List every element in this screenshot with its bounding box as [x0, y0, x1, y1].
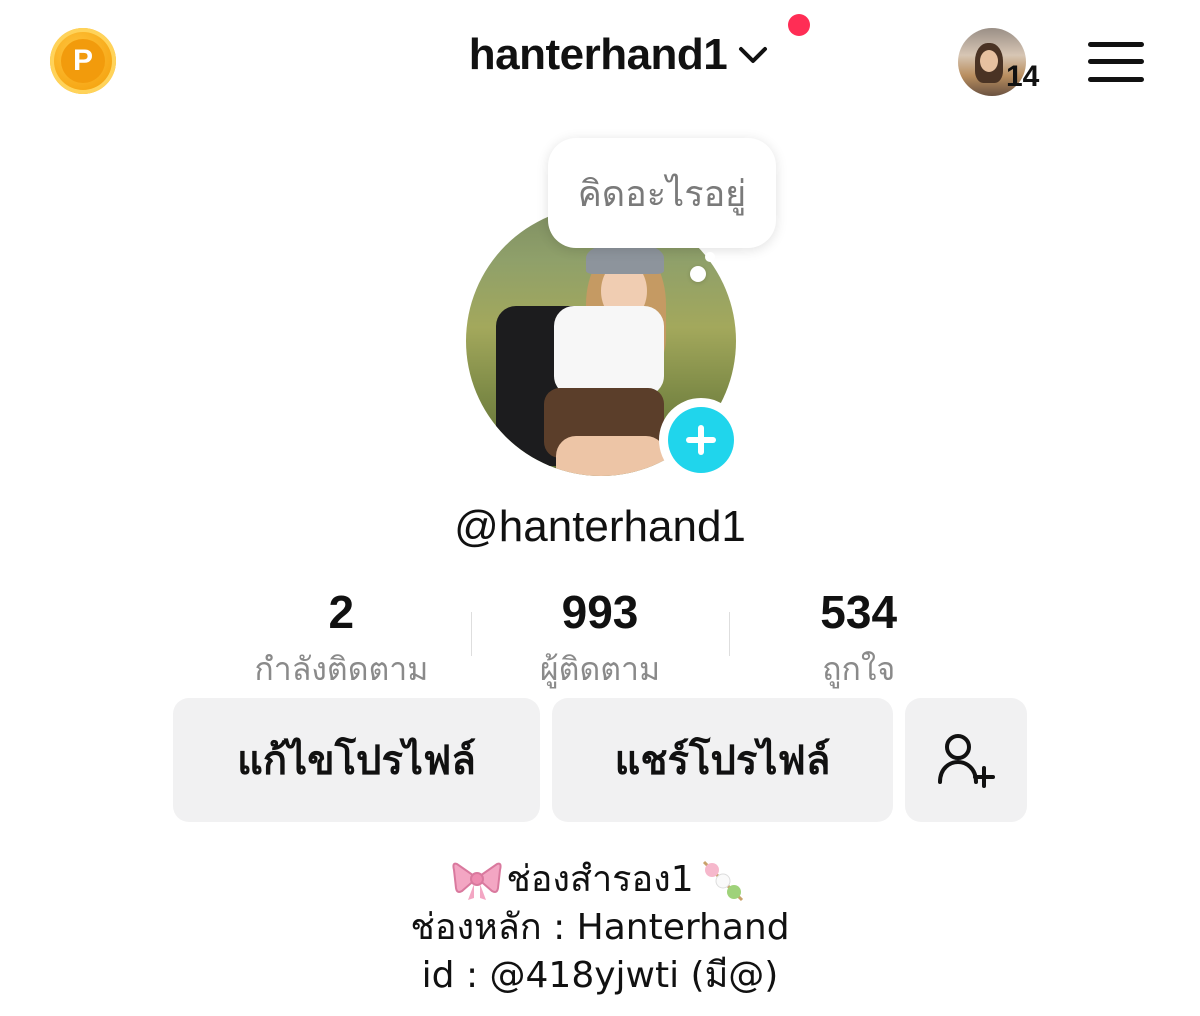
stat-followers[interactable]: 993 ผู้ติดตาม — [471, 586, 730, 695]
profile-actions: แก้ไขโปรไฟล์ แชร์โปรไฟล์ — [173, 698, 1027, 822]
add-user-icon — [938, 734, 995, 788]
bio-line-3: id : @418yjwti (มี@) — [421, 955, 779, 996]
account-switcher[interactable]: hanterhand1 — [469, 30, 772, 80]
bio-line: id : @418yjwti (มี@) — [0, 952, 1200, 1000]
stat-value: 993 — [561, 586, 639, 638]
menu-line — [1088, 42, 1144, 47]
stat-following[interactable]: 2 กำลังติดตาม — [212, 586, 471, 695]
avatar-legs — [556, 436, 666, 476]
stat-divider — [729, 612, 730, 656]
profile-stats: 2 กำลังติดตาม 993 ผู้ติดตาม 534 ถูกใจ — [212, 586, 988, 695]
plus-icon — [668, 407, 734, 473]
share-profile-button[interactable]: แชร์โปรไฟล์ — [552, 698, 893, 822]
stat-divider — [471, 612, 472, 656]
add-friends-button[interactable] — [905, 698, 1027, 822]
bio-line-1: ช่องสำรอง1 — [506, 859, 694, 900]
edit-profile-button[interactable]: แก้ไขโปรไฟล์ — [173, 698, 540, 822]
plus-icon-svg — [686, 425, 716, 455]
stat-label: ถูกใจ — [822, 650, 896, 688]
menu-icon[interactable] — [1088, 42, 1144, 82]
stat-value: 534 — [820, 586, 898, 638]
bio-line: ช่องสำรอง1 — [0, 856, 1200, 904]
bio-line: ช่องหลัก : Hanterhand — [0, 904, 1200, 952]
stat-label: ผู้ติดตาม — [539, 650, 661, 688]
avatar-face — [980, 50, 998, 72]
bio-line-2: ช่องหลัก : Hanterhand — [410, 907, 790, 948]
menu-line — [1088, 59, 1144, 64]
dango-icon — [702, 860, 743, 902]
stat-label: กำลังติดตาม — [254, 650, 429, 688]
add-story-button[interactable] — [659, 398, 743, 482]
chevron-down-icon — [739, 47, 768, 63]
menu-line — [1088, 77, 1144, 82]
ribbon-bow-icon — [452, 862, 502, 900]
bubble-tail-dot — [705, 252, 715, 262]
avatar-top — [554, 306, 664, 396]
username-title: hanterhand1 — [468, 30, 728, 79]
stat-likes[interactable]: 534 ถูกใจ — [729, 586, 988, 695]
thought-bubble[interactable]: คิดอะไรอยู่ — [548, 138, 776, 248]
stat-value: 2 — [328, 586, 355, 638]
profile-bio: ช่องสำรอง1 ช่องหลัก : Hanterhand id : @4… — [0, 856, 1200, 1000]
profile-handle: @hanterhand1 — [454, 502, 746, 551]
bubble-tail-dot — [690, 266, 706, 282]
account-notification-count: 14 — [1006, 60, 1040, 93]
thought-bubble-text: คิดอะไรอยู่ — [577, 173, 747, 215]
notification-dot — [788, 14, 810, 36]
